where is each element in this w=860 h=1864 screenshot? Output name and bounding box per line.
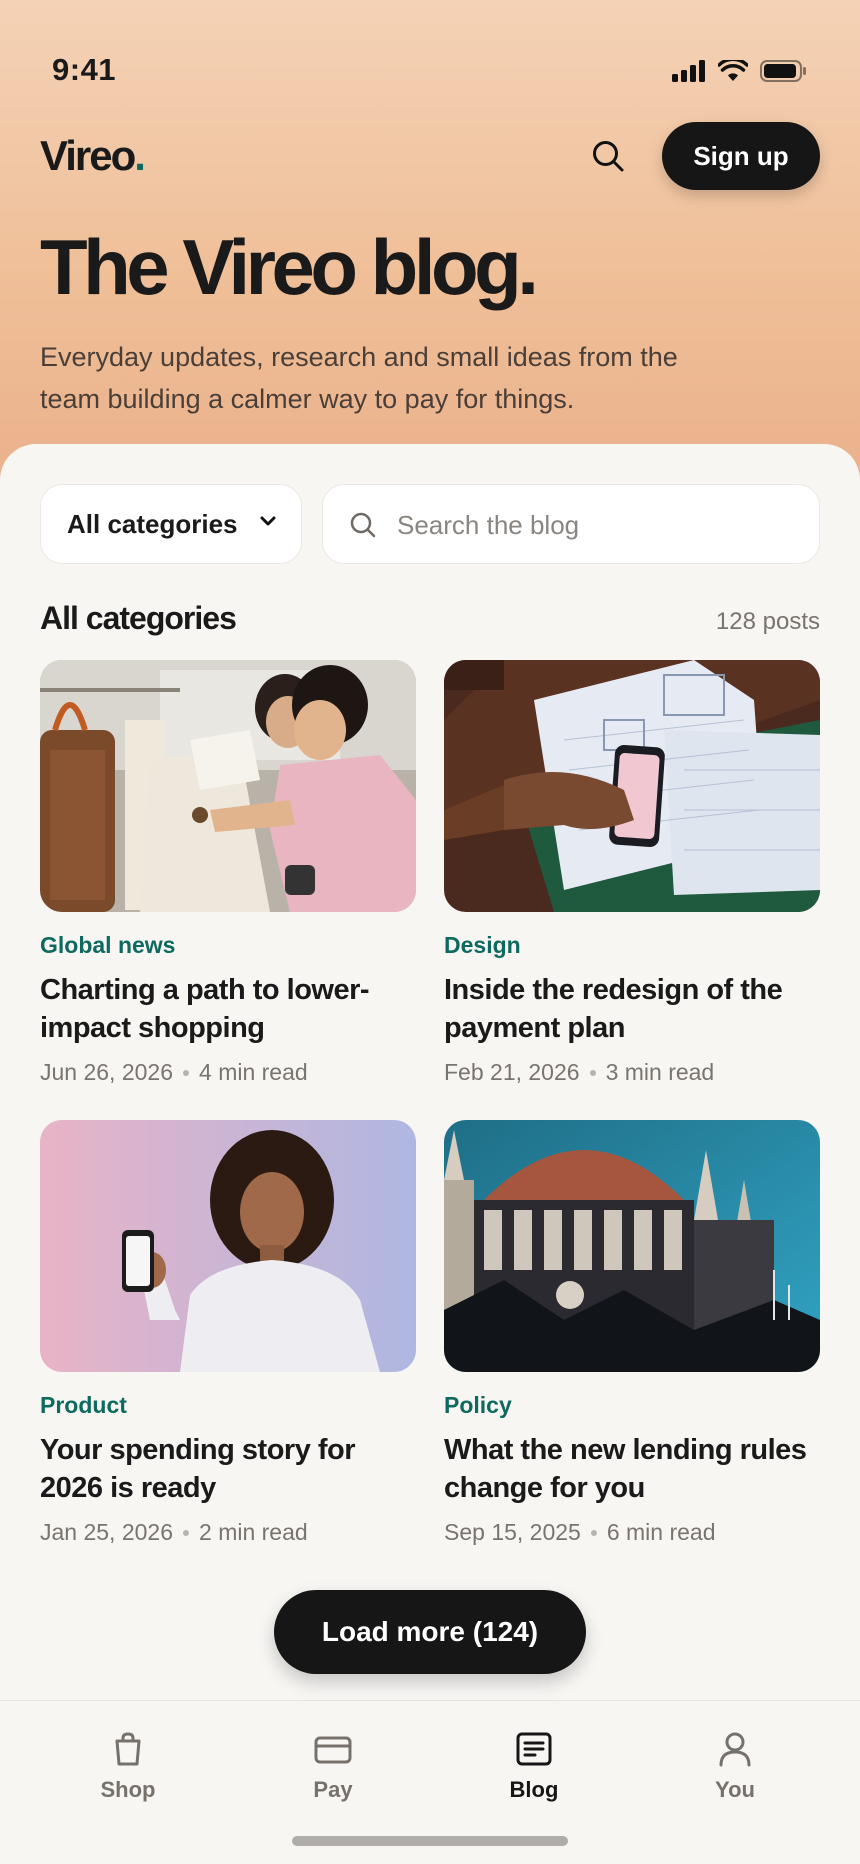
tab-label: You (715, 1777, 755, 1802)
post-title[interactable]: Charting a path to lower-impact shopping (40, 971, 416, 1047)
bag-icon (115, 1732, 141, 1766)
blog-search-input[interactable] (397, 505, 797, 545)
top-bar: Vireo. Sign up (40, 120, 820, 190)
category-dropdown-value: All categories (67, 508, 238, 539)
post-date: Feb 21, 2026 (444, 1059, 580, 1085)
post-card[interactable]: Policy What the new lending rules change… (444, 1120, 820, 1546)
search-button[interactable] (586, 134, 630, 178)
tab-label: Pay (313, 1777, 353, 1802)
post-meta: Sep 15, 2025 6 min read (444, 1519, 820, 1546)
meta-separator (589, 1069, 596, 1076)
post-category[interactable]: Product (40, 1392, 416, 1419)
status-time: 9:41 (52, 52, 117, 87)
page-title: The Vireo blog. (40, 223, 539, 311)
post-meta: Feb 21, 2026 3 min read (444, 1059, 820, 1086)
post-category[interactable]: Policy (444, 1392, 820, 1419)
home-indicator (292, 1836, 568, 1846)
post-title[interactable]: Your spending story for 2026 is ready (40, 1431, 416, 1507)
post-title[interactable]: What the new lending rules change for yo… (444, 1431, 820, 1507)
parliament-building-photo[interactable] (444, 1120, 820, 1372)
post-read-time: 4 min read (199, 1059, 308, 1085)
person-icon (719, 1732, 751, 1767)
vireo-logo[interactable]: Vireo. (40, 132, 146, 180)
post-card[interactable]: Design Inside the redesign of the paymen… (444, 660, 820, 1086)
tab-you[interactable]: You (665, 1731, 805, 1821)
wifi-icon (718, 60, 748, 81)
tab-label: Shop (100, 1777, 156, 1802)
meta-separator (183, 1069, 190, 1076)
post-date: Jun 26, 2026 (40, 1059, 174, 1085)
blog-search-field[interactable] (322, 484, 820, 564)
post-meta: Jun 26, 2026 4 min read (40, 1059, 416, 1086)
section-title: All categories (40, 600, 237, 636)
battery-icon (760, 60, 806, 82)
tab-label: Blog (509, 1777, 559, 1802)
post-date: Sep 15, 2025 (444, 1519, 581, 1545)
post-count: 128 posts (715, 608, 820, 635)
post-card[interactable]: Global news Charting a path to lower-imp… (40, 660, 416, 1086)
phone-wireframes-photo[interactable] (444, 660, 820, 912)
post-title[interactable]: Inside the redesign of the payment plan (444, 971, 820, 1047)
post-date: Jan 25, 2026 (40, 1519, 174, 1545)
chevron-down-icon (260, 516, 276, 526)
sign-up-button[interactable]: Sign up (662, 122, 820, 190)
post-read-time: 3 min read (605, 1059, 715, 1085)
post-card[interactable]: Product Your spending story for 2026 is … (40, 1120, 416, 1546)
page-subtitle: Everyday updates, research and small ide… (40, 342, 678, 414)
meta-separator (590, 1529, 597, 1536)
tab-shop[interactable]: Shop (58, 1731, 198, 1821)
woman-phone-photo[interactable] (40, 1120, 416, 1372)
shopping-tote-photo[interactable] (40, 660, 416, 912)
post-category[interactable]: Design (444, 932, 820, 959)
logo-dot: . (134, 132, 146, 179)
post-read-time: 2 min read (199, 1519, 308, 1545)
search-icon (593, 141, 624, 172)
post-category[interactable]: Global news (40, 932, 416, 959)
logo-text: Vireo (40, 132, 136, 179)
category-dropdown[interactable]: All categories (40, 484, 302, 564)
status-bar: 9:41 (0, 0, 860, 110)
tab-pay[interactable]: Pay (263, 1731, 403, 1821)
status-icons (672, 60, 806, 82)
article-icon (516, 1732, 552, 1766)
signal-icon (672, 60, 705, 82)
card-icon (314, 1736, 352, 1764)
tab-blog[interactable]: Blog (464, 1731, 604, 1821)
meta-separator (183, 1529, 190, 1536)
load-more-button[interactable]: Load more (124) (274, 1590, 586, 1674)
post-read-time: 6 min read (606, 1519, 716, 1545)
search-icon (350, 512, 376, 538)
post-meta: Jan 25, 2026 2 min read (40, 1519, 416, 1546)
